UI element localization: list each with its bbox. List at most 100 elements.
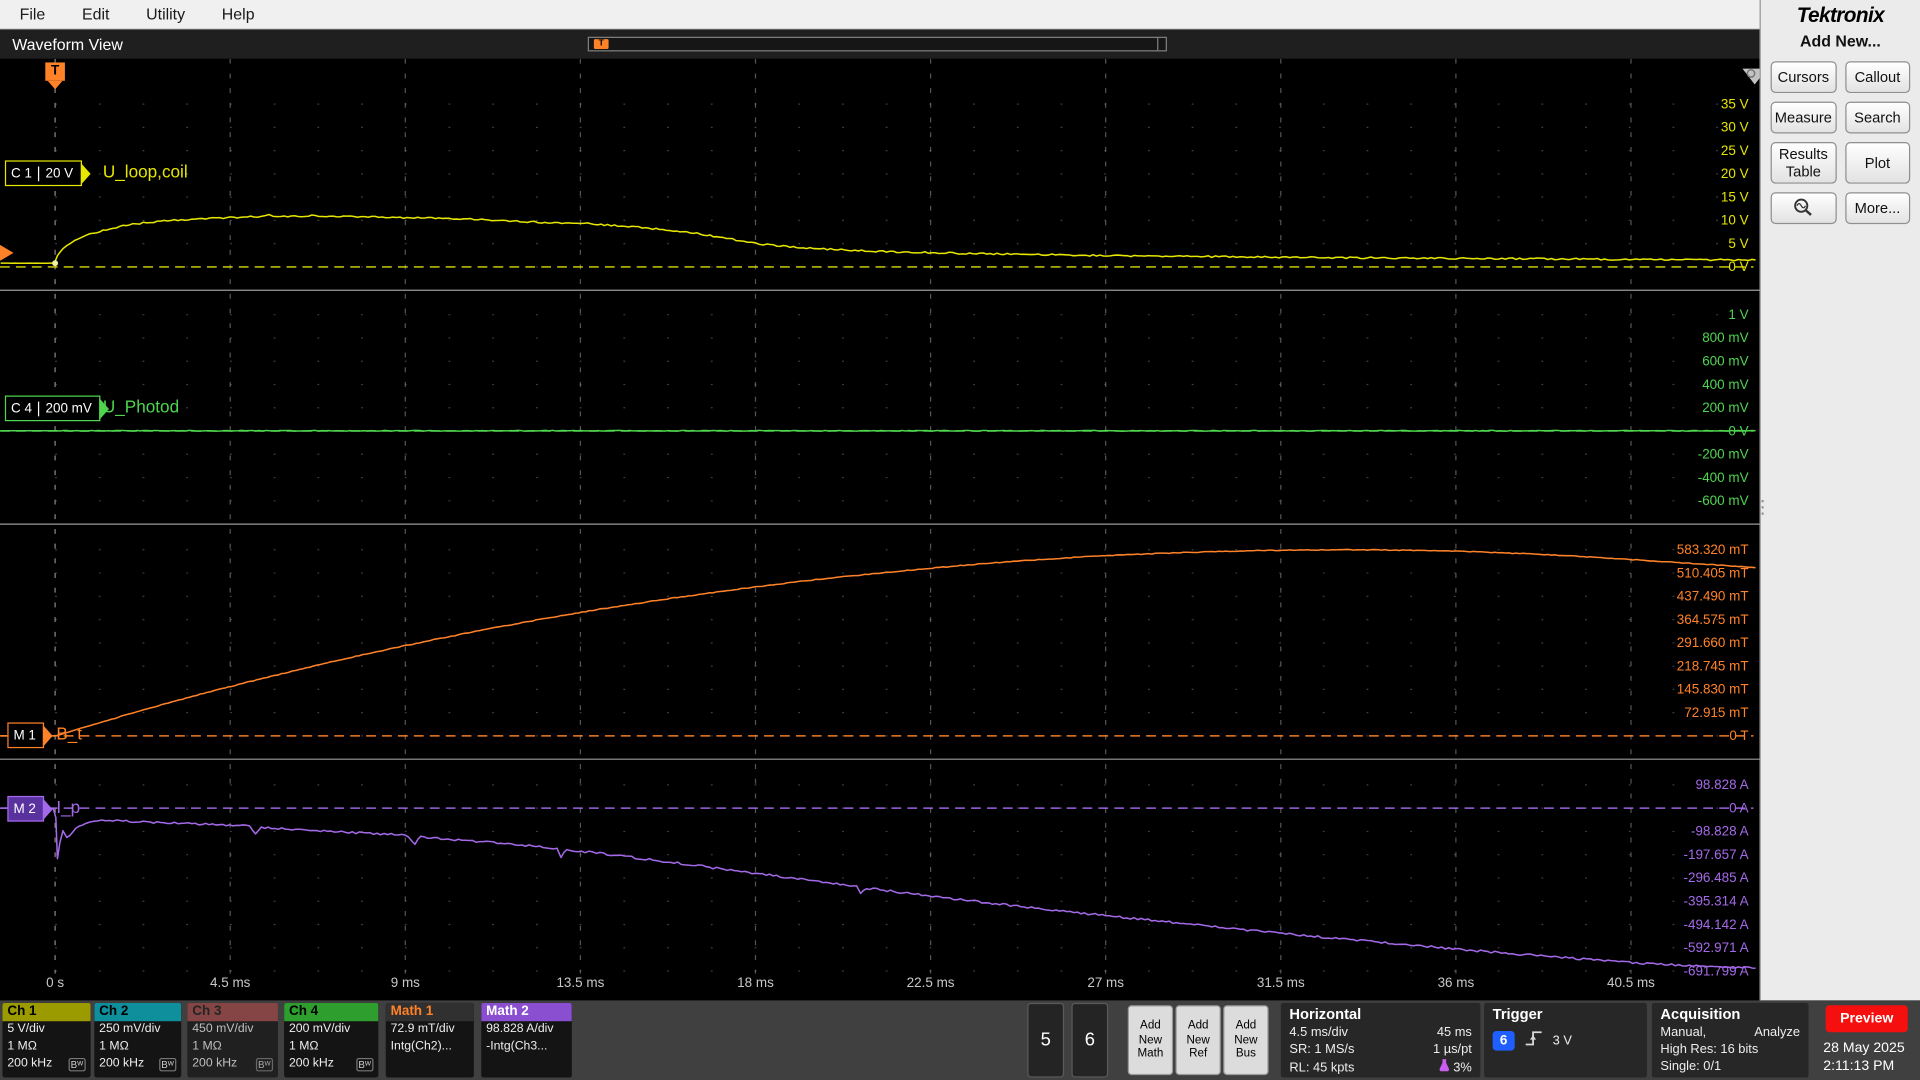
add-new-ref-button[interactable]: Add New Ref	[1175, 1005, 1221, 1076]
measure-button[interactable]: Measure	[1770, 101, 1837, 134]
y-axis-tick-label: 437.490 mT	[1677, 589, 1749, 604]
y-axis-tick-label: 200 mV	[1702, 400, 1748, 415]
y-axis-tick-label: 1 V	[1728, 307, 1748, 322]
menu-edit[interactable]: Edit	[82, 5, 109, 23]
waveform-canvas[interactable]: 0 s 4.5 ms 9 ms 13.5 ms 18 ms 22.5 ms 27 ms 31.…	[0, 58, 1760, 995]
ch2-box-header: Ch 2	[94, 1002, 182, 1022]
ch1-bw-limit-icon: Bᵂ	[68, 1057, 86, 1071]
plot-button[interactable]: Plot	[1844, 142, 1911, 184]
ch3-bw-limit-icon: Bᵂ	[255, 1057, 274, 1071]
y-axis-tick-label: 30 V	[1721, 120, 1749, 135]
zoom-icon	[1792, 197, 1814, 220]
more-button[interactable]: More...	[1844, 192, 1911, 225]
ch4-badge-id: C 4	[11, 401, 40, 416]
rising-edge-icon	[1524, 1030, 1542, 1051]
y-axis-tick-label: 35 V	[1721, 96, 1749, 111]
y-axis-tick-label: 583.320 mT	[1677, 542, 1749, 557]
y-axis-tick-label: 145.830 mT	[1677, 682, 1749, 697]
trigger-panel[interactable]: Trigger 6 3 V	[1484, 1002, 1647, 1078]
add-new-header: Add New...	[1800, 31, 1881, 51]
ch4-badge-scale: 200 mV	[45, 401, 92, 416]
menu-help[interactable]: Help	[222, 5, 255, 23]
callout-button[interactable]: Callout	[1844, 61, 1911, 94]
trigger-position-flag[interactable]: T	[45, 62, 65, 90]
acquisition-analyze: Analyze	[1754, 1024, 1800, 1040]
system-time: 2:11:13 PM	[1823, 1059, 1895, 1074]
acquisition-panel[interactable]: Acquisition Manual, Analyze High Res: 16…	[1651, 1002, 1809, 1078]
waveform-traces	[0, 213, 1756, 969]
ch4-bw-limit-icon: Bᵂ	[355, 1057, 374, 1071]
math2-settings-box[interactable]: Math 2 98.828 A/div -Intg(Ch3...	[481, 1002, 572, 1078]
horizontal-percent: 3%	[1453, 1059, 1472, 1075]
ch4-impedance: 1 MΩ	[288, 1039, 319, 1054]
cursors-button[interactable]: Cursors	[1770, 61, 1837, 94]
ch3-settings-box[interactable]: Ch 3 450 mV/div 1 MΩ 200 kHz Bᵂ	[187, 1002, 278, 1078]
ch1-bandwidth: 200 kHz	[7, 1056, 53, 1071]
add-new-math-button[interactable]: Add New Math	[1127, 1005, 1174, 1076]
y-axis-tick-label: 25 V	[1721, 143, 1749, 158]
slider-end-cap	[1157, 37, 1166, 51]
zero-reference-lines	[0, 266, 1754, 809]
ch2-bw-limit-icon: Bᵂ	[158, 1057, 177, 1071]
ch3-scale: 450 mV/div	[192, 1022, 254, 1036]
channel-6-button[interactable]: 6	[1071, 1002, 1109, 1078]
y-axis-tick-label: -592.971 A	[1683, 940, 1748, 955]
x-axis-tick-label: 13.5 ms	[556, 975, 604, 990]
ch4-scale-badge[interactable]: C 4 200 mV	[4, 395, 110, 422]
channel-5-button[interactable]: 5	[1027, 1002, 1065, 1078]
y-axis-tick-label: 72.915 mT	[1684, 705, 1748, 720]
ch1-impedance: 1 MΩ	[7, 1039, 37, 1054]
horizontal-panel[interactable]: Horizontal 4.5 ms/div 45 ms SR: 1 MS/s 1…	[1280, 1002, 1481, 1078]
ch4-settings-box[interactable]: Ch 4 200 mV/div 1 MΩ 200 kHz Bᵂ	[284, 1002, 379, 1078]
right-panel: Tektronix Add New... Cursors Callout Mea…	[1753, 0, 1920, 1001]
horizontal-scale: 4.5 ms/div	[1289, 1024, 1348, 1040]
trigger-level: 3 V	[1552, 1032, 1572, 1048]
zoom-tool-button[interactable]	[1770, 192, 1837, 225]
ch1-settings-box[interactable]: Ch 1 5 V/div 1 MΩ 200 kHz Bᵂ	[2, 1002, 91, 1078]
acquisition-mode: Manual,	[1660, 1024, 1707, 1040]
y-axis-tick-label: 364.575 mT	[1677, 612, 1749, 627]
y-axis-tick-label: 0 V	[1728, 259, 1748, 274]
menu-file[interactable]: File	[20, 5, 46, 23]
menu-utility[interactable]: Utility	[146, 5, 185, 23]
acquisition-panel-title: Acquisition	[1660, 1005, 1741, 1023]
ch1-scale-badge[interactable]: C 1 20 V	[4, 160, 91, 187]
add-new-bus-button[interactable]: Add New Bus	[1223, 1005, 1269, 1076]
waveform-trace-1	[0, 213, 1756, 265]
trigger-source-badge: 6	[1492, 1030, 1515, 1050]
horizontal-resolution: 1 µs/pt	[1432, 1042, 1472, 1057]
ch2-scale: 250 mV/div	[99, 1022, 161, 1036]
math2-badge[interactable]: M 2	[7, 795, 54, 822]
flask-icon	[1439, 1058, 1450, 1076]
y-axis-tick-label: -494.142 A	[1683, 917, 1748, 932]
horizontal-position-slider[interactable]: T	[587, 36, 1167, 52]
ch1-waveform-label: U_loop,coil	[102, 161, 188, 182]
math1-badge[interactable]: M 1	[7, 722, 54, 749]
math1-settings-box[interactable]: Math 1 72.9 mT/div Intg(Ch2)...	[385, 1002, 474, 1078]
ch3-impedance: 1 MΩ	[192, 1039, 222, 1054]
results-table-button[interactable]: Results Table	[1770, 142, 1837, 184]
y-axis-tick-label: 5 V	[1728, 236, 1748, 251]
menu-bar: File Edit Utility Help	[0, 0, 1760, 30]
ch1-badge-id: C 1	[11, 165, 40, 181]
x-axis-tick-label: 22.5 ms	[907, 975, 955, 990]
trigger-position-handle[interactable]: T	[593, 39, 609, 49]
preview-button[interactable]: Preview	[1825, 1005, 1908, 1033]
math2-box-header: Math 2	[481, 1002, 572, 1022]
ch2-settings-box[interactable]: Ch 2 250 mV/div 1 MΩ 200 kHz Bᵂ	[94, 1002, 182, 1078]
y-axis-tick-label: 218.745 mT	[1677, 658, 1749, 673]
ch1-badge-scale: 20 V	[45, 165, 74, 181]
y-axis-tick-label: -200 mV	[1698, 447, 1749, 462]
waveform-trace-3	[0, 548, 1756, 737]
ch3-bandwidth: 200 kHz	[192, 1056, 238, 1071]
x-axis-tick-label: 18 ms	[737, 975, 774, 990]
math1-waveform-label: B_t	[56, 723, 83, 744]
horizontal-window: 45 ms	[1436, 1024, 1472, 1040]
search-button[interactable]: Search	[1844, 101, 1911, 134]
ch4-waveform-label: U_Photod	[102, 396, 180, 417]
system-date: 28 May 2025	[1823, 1040, 1905, 1056]
y-axis-tick-label: 800 mV	[1702, 330, 1748, 345]
panel-resize-handle[interactable]: ⋮	[1753, 496, 1771, 518]
y-axis-tick-label: -296.485 A	[1683, 870, 1748, 885]
x-axis-tick-label: 40.5 ms	[1607, 975, 1655, 990]
